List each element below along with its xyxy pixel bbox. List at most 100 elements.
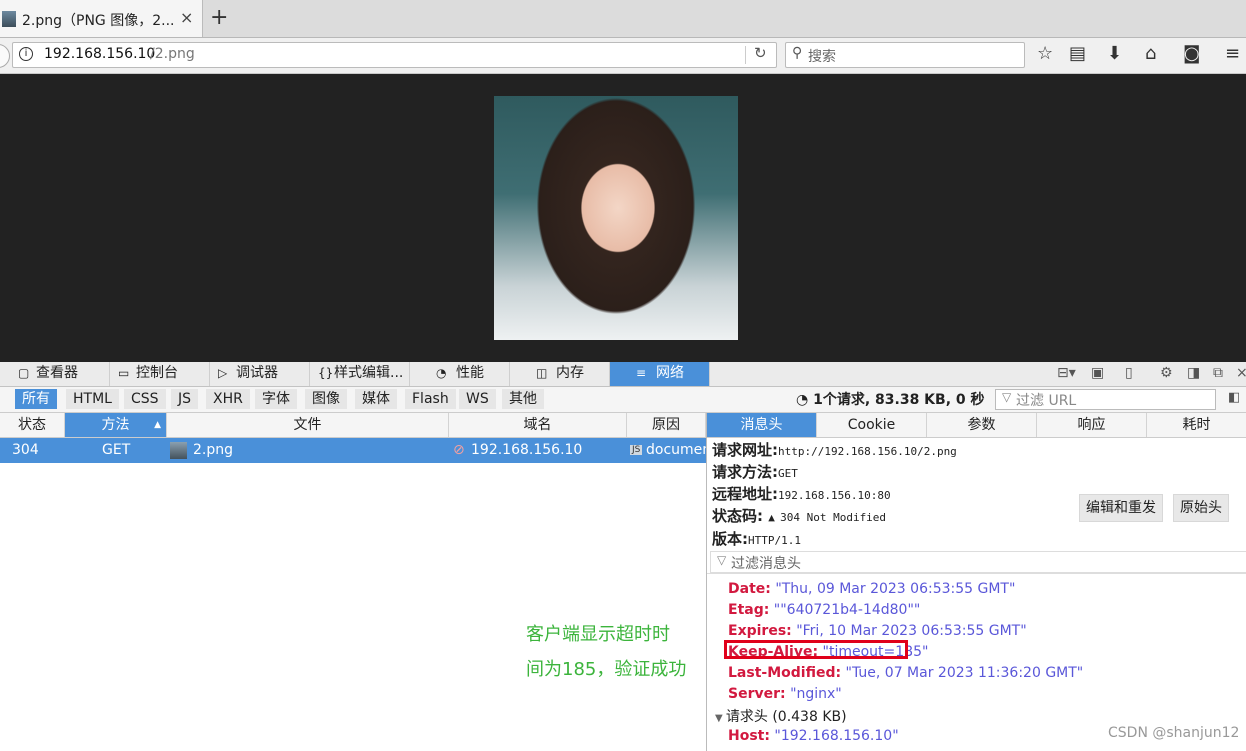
tab-debugger[interactable]: ▷ 调试器 — [210, 362, 310, 386]
header-last-modified[interactable]: Last-Modified: "Tue, 07 Mar 2023 11:36:2… — [728, 665, 1083, 681]
new-tab-button[interactable]: + — [210, 5, 228, 30]
filter-all[interactable]: 所有 — [15, 389, 57, 409]
sort-ascending-icon: ▲ — [154, 420, 161, 430]
file-thumbnail-icon — [170, 442, 187, 459]
edit-and-resend-button[interactable]: 编辑和重发 — [1079, 494, 1163, 522]
debugger-icon: ▷ — [218, 366, 228, 380]
js-icon: JS — [630, 445, 643, 455]
header-server[interactable]: Server: "nginx" — [728, 686, 842, 702]
column-cause[interactable]: 原因 — [627, 413, 706, 437]
devtools-toolbar: ▢ 查看器 ▭ 控制台 ▷ 调试器 {} 样式编辑... ◔ 性能 ◫ 内存 ≡ 网络 ⊟▾ … — [0, 362, 1246, 387]
keep-alive-highlight-box — [724, 640, 908, 659]
request-list-header: 状态 方法 ▲ 文件 域名 原因 — [0, 413, 706, 438]
timer-icon: ◔ — [796, 392, 814, 408]
dock-side-icon[interactable]: ◨ — [1187, 365, 1200, 381]
url-bar[interactable]: i 192.168.156.10 /2.png ↻ — [12, 42, 777, 68]
tab-cookies[interactable]: Cookie — [817, 413, 927, 437]
tab-memory[interactable]: ◫ 内存 — [510, 362, 610, 386]
responsive-design-icon[interactable]: ▯ — [1125, 365, 1133, 381]
memory-icon: ◫ — [536, 366, 548, 380]
close-devtools-icon[interactable]: × — [1236, 365, 1246, 381]
request-method-row: 请求方法:GET — [712, 463, 798, 481]
column-status[interactable]: 状态 — [0, 413, 65, 437]
tab-network[interactable]: ≡ 网络 — [610, 362, 710, 386]
toggle-sidebar-icon[interactable]: ◧ — [1228, 390, 1240, 405]
browser-tab[interactable]: 2.png（PNG 图像，2... × — [0, 0, 203, 37]
row-domain: 192.168.156.10 — [471, 442, 583, 458]
reload-icon[interactable]: ↻ — [754, 44, 767, 62]
style-editor-icon: {} — [318, 366, 334, 380]
filter-fonts[interactable]: 字体 — [255, 389, 297, 409]
tab-inspector[interactable]: ▢ 查看器 — [10, 362, 110, 386]
scratchpad-icon[interactable]: ▣ — [1091, 365, 1104, 381]
details-tabs: 消息头 Cookie 参数 响应 耗时 — [707, 413, 1246, 438]
annotation-line-2: 间为185，验证成功 — [526, 659, 687, 680]
raw-headers-button[interactable]: 原始头 — [1173, 494, 1229, 522]
divider — [707, 573, 1246, 574]
close-tab-icon[interactable]: × — [180, 8, 193, 27]
menu-icon[interactable]: ≡ — [1225, 43, 1240, 64]
info-icon[interactable]: i — [19, 47, 33, 61]
column-file[interactable]: 文件 — [167, 413, 449, 437]
watermark: CSDN @shanjun12 — [1108, 725, 1240, 741]
insecure-lock-icon: ⊘ — [453, 442, 465, 458]
filter-icon: ▽ — [717, 553, 727, 567]
navigation-bar: i 192.168.156.10 /2.png ↻ ⚲ 搜索 ☆ ▤ ⬇ ⌂ ◙… — [0, 38, 1246, 74]
tab-title: 2.png（PNG 图像，2... — [22, 13, 175, 29]
undock-icon[interactable]: ⧉ — [1213, 365, 1223, 381]
header-host[interactable]: Host: "192.168.156.10" — [728, 728, 899, 744]
reading-list-icon[interactable]: ▤ — [1069, 43, 1086, 64]
url-path: /2.png — [150, 46, 195, 62]
header-filter-placeholder: 过滤消息头 — [731, 556, 801, 572]
home-icon[interactable]: ⌂ — [1145, 43, 1156, 64]
tab-style-editor[interactable]: {} 样式编辑... — [310, 362, 410, 386]
row-cause: documen — [646, 442, 712, 458]
tab-headers[interactable]: 消息头 — [707, 413, 817, 437]
url-filter-input[interactable]: ▽ 过滤 URL — [995, 389, 1216, 410]
request-headers-section[interactable]: ▼ 请求头 (0.438 KB) — [715, 706, 847, 726]
tab-response[interactable]: 响应 — [1037, 413, 1147, 437]
url-filter-placeholder: 过滤 URL — [1016, 393, 1077, 409]
tab-params[interactable]: 参数 — [927, 413, 1037, 437]
image-viewer — [0, 74, 1246, 362]
network-filter-bar: 所有 HTML CSS JS XHR 字体 图像 媒体 Flash WS 其他 … — [0, 387, 1246, 413]
header-etag[interactable]: Etag: ""640721b4-14d80"" — [728, 602, 920, 618]
filter-js[interactable]: JS — [171, 389, 199, 409]
filter-ws[interactable]: WS — [459, 389, 496, 409]
filter-media[interactable]: 媒体 — [355, 389, 397, 409]
filter-html[interactable]: HTML — [66, 389, 119, 409]
tab-performance[interactable]: ◔ 性能 — [410, 362, 510, 386]
request-summary: ◔ 1个请求, 83.38 KB, 0 秒 — [796, 392, 985, 408]
remote-address-row: 远程地址:192.168.156.10:80 — [712, 485, 891, 503]
split-console-icon[interactable]: ⊟▾ — [1057, 365, 1076, 381]
filter-xhr[interactable]: XHR — [206, 389, 250, 409]
download-icon[interactable]: ⬇ — [1107, 43, 1122, 64]
tab-timings[interactable]: 耗时 — [1147, 413, 1246, 437]
search-icon: ⚲ — [792, 45, 803, 61]
star-icon[interactable]: ☆ — [1037, 43, 1053, 64]
warning-triangle-icon: ▲ — [768, 511, 775, 524]
header-expires[interactable]: Expires: "Fri, 10 Mar 2023 06:53:55 GMT" — [728, 623, 1027, 639]
url-divider — [745, 46, 746, 64]
pocket-icon[interactable]: ◙ — [1183, 43, 1200, 64]
table-row[interactable]: 304 GET 2.png ⊘ 192.168.156.10 JS docume… — [0, 438, 711, 463]
header-filter-input[interactable]: ▽ 过滤消息头 — [710, 551, 1246, 573]
column-method[interactable]: 方法 ▲ — [65, 413, 167, 437]
request-url-row: 请求网址:http://192.168.156.10/2.png — [712, 441, 957, 459]
settings-gear-icon[interactable]: ⚙ — [1160, 365, 1173, 381]
row-status: 304 — [12, 442, 39, 458]
tab-console[interactable]: ▭ 控制台 — [110, 362, 210, 386]
column-domain[interactable]: 域名 — [449, 413, 627, 437]
row-method: GET — [102, 442, 131, 458]
back-arrow-icon[interactable] — [0, 44, 10, 68]
filter-images[interactable]: 图像 — [305, 389, 347, 409]
chevron-down-icon: ▼ — [715, 713, 726, 724]
filter-flash[interactable]: Flash — [405, 389, 456, 409]
version-row: 版本:HTTP/1.1 — [712, 530, 801, 548]
search-input[interactable]: ⚲ 搜索 — [785, 42, 1025, 68]
image-thumbnail-icon — [2, 11, 16, 27]
filter-css[interactable]: CSS — [124, 389, 166, 409]
filter-other[interactable]: 其他 — [502, 389, 544, 409]
header-date[interactable]: Date: "Thu, 09 Mar 2023 06:53:55 GMT" — [728, 581, 1015, 597]
console-icon: ▭ — [118, 366, 130, 380]
